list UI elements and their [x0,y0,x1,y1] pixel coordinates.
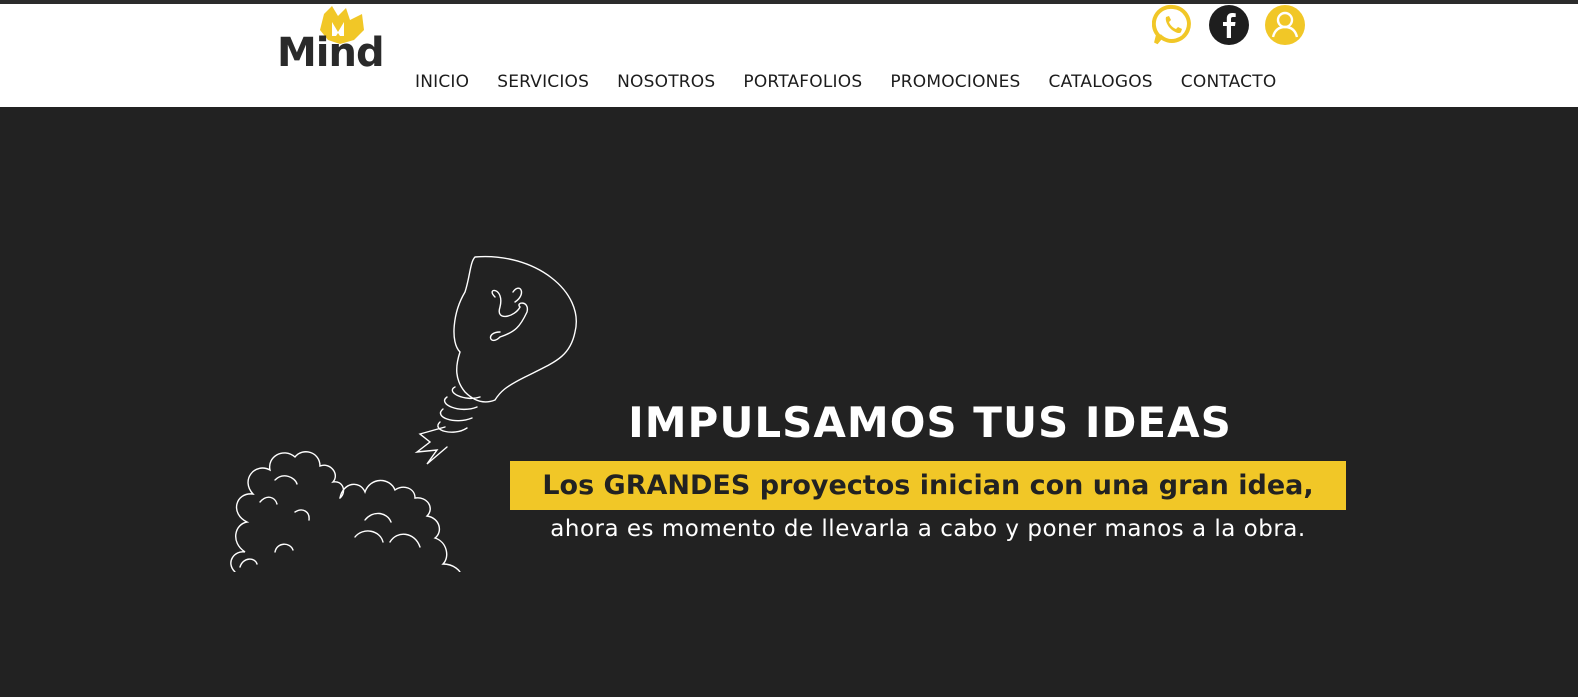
hero-title: IMPULSAMOS TUS IDEAS [628,398,1232,447]
nav-item-contacto[interactable]: CONTACTO [1181,72,1277,92]
logo-wordmark: Mind [277,30,385,76]
social-links [1152,4,1306,46]
whatsapp-icon [1152,4,1191,45]
facebook-button[interactable] [1208,4,1250,46]
nav-item-servicios[interactable]: SERVICIOS [497,72,589,92]
site-logo[interactable]: Mind [274,4,385,90]
user-icon [1265,5,1305,45]
account-button[interactable] [1264,4,1306,46]
nav-item-nosotros[interactable]: NOSOTROS [617,72,715,92]
hero-subtitle: ahora es momento de llevarla a cabo y po… [550,516,1306,542]
hero-highlight-text: Los GRANDES proyectos inician con una gr… [542,470,1314,501]
whatsapp-button[interactable] [1152,4,1194,46]
nav-item-promociones[interactable]: PROMOCIONES [890,72,1020,92]
nav-item-inicio[interactable]: INICIO [415,72,469,92]
hero-highlight-banner: Los GRANDES proyectos inician con una gr… [510,461,1346,510]
facebook-icon [1209,5,1249,45]
site-header: Mind INICIO SERVICIOS NOSOTROS PORTAFOLI… [0,4,1578,107]
nav-item-portafolios[interactable]: PORTAFOLIOS [743,72,862,92]
main-nav: INICIO SERVICIOS NOSOTROS PORTAFOLIOS PR… [415,72,1276,92]
nav-item-catalogos[interactable]: CATALOGOS [1049,72,1153,92]
